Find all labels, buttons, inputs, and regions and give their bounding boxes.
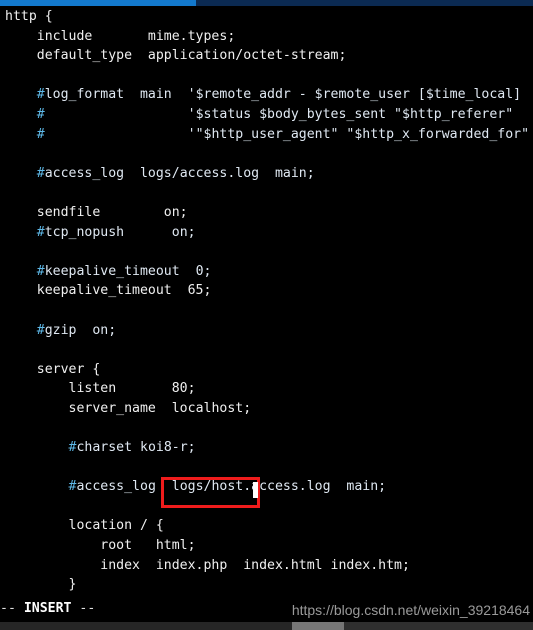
- code-text: server {: [36, 361, 101, 377]
- comment-hash-icon: #: [36, 224, 45, 240]
- code-text: keepalive_timeout 65;: [36, 283, 212, 299]
- comment-text: keepalive_timeout 0;: [44, 263, 212, 279]
- comment-hash-icon: #: [36, 322, 45, 338]
- text-cursor: [253, 482, 258, 498]
- status-prefix: --: [0, 601, 24, 616]
- code-line: #access_log logs/access.log main;: [0, 164, 533, 184]
- code-text: server_name localhost;: [68, 400, 252, 416]
- status-suffix: --: [71, 601, 96, 616]
- comment-hash-icon: #: [36, 106, 45, 122]
- code-line: #gzip on;: [0, 321, 533, 341]
- code-line: server_name localhost;: [0, 399, 533, 419]
- editor-text-area[interactable]: http { include mime.types; default_type …: [0, 7, 533, 595]
- horizontal-scrollbar-top[interactable]: [0, 0, 533, 6]
- scrollbar-thumb-bottom[interactable]: [292, 622, 344, 630]
- scrollbar-thumb-top[interactable]: [0, 0, 196, 6]
- comment-hash-icon: #: [36, 263, 45, 279]
- code-line: keepalive_timeout 65;: [0, 281, 533, 301]
- code-text: location / {: [68, 518, 164, 534]
- comment-text: charset koi8-r;: [76, 440, 196, 456]
- comment-text: log_format main '$remote_addr - $remote_…: [44, 87, 522, 103]
- code-text: index index.php index.html index.htm;: [100, 557, 410, 573]
- code-text: include mime.types;: [36, 28, 236, 44]
- code-line: #access_log logs/host.access.log main;: [0, 477, 533, 497]
- code-line: http {: [0, 7, 533, 27]
- status-mode-label: INSERT: [23, 601, 72, 616]
- code-line: sendfile on;: [0, 203, 533, 223]
- code-line: # '"$http_user_agent" "$http_x_forwarded…: [0, 125, 533, 145]
- terminal-window: http { include mime.types; default_type …: [0, 0, 533, 630]
- code-line: #charset koi8-r;: [0, 438, 533, 458]
- watermark-url: https://blog.csdn.net/weixin_39218464: [291, 602, 530, 618]
- code-line: include mime.types;: [0, 27, 533, 47]
- code-line: #log_format main '$remote_addr - $remote…: [0, 85, 533, 105]
- code-line: server {: [0, 360, 533, 380]
- comment-text: gzip on;: [44, 322, 117, 338]
- code-line: root html;: [0, 536, 533, 556]
- scrollbar-track-bottom[interactable]: [0, 622, 292, 630]
- horizontal-scrollbar-bottom[interactable]: [0, 622, 533, 630]
- code-text: default_type application/octet-stream;: [36, 48, 347, 64]
- comment-hash-icon: #: [36, 87, 45, 103]
- code-text: http {: [5, 9, 53, 24]
- code-line: }: [0, 575, 533, 595]
- code-line: #keepalive_timeout 0;: [0, 262, 533, 282]
- comment-text: tcp_nopush on;: [44, 224, 196, 240]
- comment-text: '$status $body_bytes_sent "$http_referer…: [44, 106, 514, 122]
- code-line: # '$status $body_bytes_sent "$http_refer…: [0, 105, 533, 125]
- comment-text: access_log logs/access.log main;: [44, 165, 315, 181]
- comment-text: access_log logs/host.access.log main;: [76, 479, 387, 495]
- code-line: #tcp_nopush on;: [0, 223, 533, 243]
- code-text: listen 80;: [68, 381, 196, 397]
- code-line: location / {: [0, 516, 533, 536]
- code-line: default_type application/octet-stream;: [0, 46, 533, 66]
- comment-text: '"$http_user_agent" "$http_x_forwarded_f…: [44, 126, 530, 142]
- code-text: root html;: [100, 538, 196, 554]
- comment-hash-icon: #: [36, 165, 45, 181]
- code-line: index index.php index.html index.htm;: [0, 556, 533, 576]
- comment-hash-icon: #: [36, 126, 45, 142]
- code-text: }: [68, 577, 77, 593]
- code-text: sendfile on;: [36, 204, 188, 220]
- code-line: listen 80;: [0, 379, 533, 399]
